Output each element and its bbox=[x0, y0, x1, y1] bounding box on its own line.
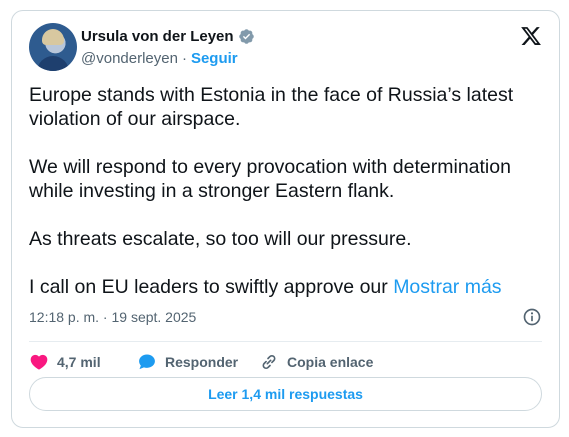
read-replies-button[interactable]: Leer 1,4 mil respuestas bbox=[29, 377, 542, 411]
avatar[interactable] bbox=[29, 23, 77, 71]
reply-bubble-icon bbox=[139, 354, 155, 370]
tweet-timestamp[interactable]: 12:18 p. m. · 19 sept. 2025 bbox=[29, 309, 196, 325]
copy-link-button[interactable]: Copia enlace bbox=[259, 352, 399, 372]
info-icon[interactable] bbox=[522, 307, 542, 327]
tweet-paragraph-1: Europe stands with Estonia in the face o… bbox=[29, 84, 514, 130]
action-bar: 4,7 mil Responder Copia enlace bbox=[29, 348, 399, 376]
avatar-shoulders bbox=[37, 56, 69, 71]
tweet-paragraph-3: As threats escalate, so too will our pre… bbox=[29, 228, 412, 250]
divider bbox=[29, 341, 542, 342]
reply-label: Responder bbox=[165, 354, 239, 370]
handle-separator: · bbox=[181, 50, 187, 67]
follow-button[interactable]: Seguir bbox=[191, 50, 238, 67]
show-more-link[interactable]: Mostrar más bbox=[393, 276, 501, 298]
verified-badge-icon bbox=[238, 28, 255, 45]
heart-icon bbox=[30, 354, 48, 370]
like-count: 4,7 mil bbox=[57, 354, 101, 370]
author-handle[interactable]: @vonderleyen bbox=[81, 50, 178, 67]
tweet-card[interactable]: Ursula von der Leyen @vonderleyen · Segu… bbox=[11, 10, 560, 428]
reply-button[interactable]: Responder bbox=[137, 352, 259, 372]
author-display-name[interactable]: Ursula von der Leyen bbox=[81, 28, 234, 45]
link-icon bbox=[262, 354, 276, 370]
x-logo-icon[interactable] bbox=[520, 25, 542, 47]
avatar-hair bbox=[42, 29, 64, 45]
tweet-last-line: I call on EU leaders to swiftly approve … bbox=[29, 276, 388, 298]
copy-link-label: Copia enlace bbox=[287, 354, 374, 370]
tweet-paragraph-4: I call on EU leaders to swiftly approve … bbox=[29, 275, 549, 299]
tweet-text: Europe stands with Estonia in the face o… bbox=[29, 83, 549, 299]
author-handle-row: @vonderleyen · Seguir bbox=[81, 50, 238, 67]
like-button[interactable]: 4,7 mil bbox=[29, 352, 137, 372]
tweet-paragraph-2: We will respond to every provocation wit… bbox=[29, 156, 511, 202]
author-name-row: Ursula von der Leyen bbox=[81, 28, 255, 45]
